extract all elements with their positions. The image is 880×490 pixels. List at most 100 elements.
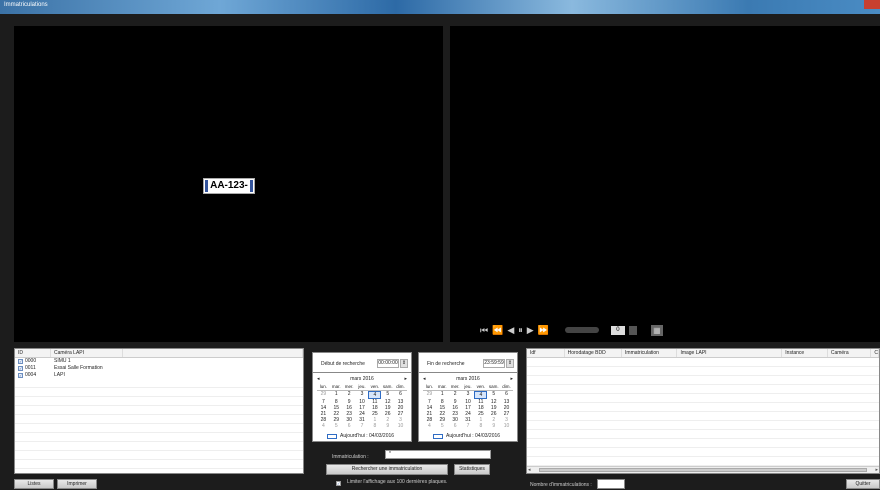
calendar-day[interactable]: 6 [500, 391, 513, 399]
calendar-day-name: mer. [342, 384, 356, 391]
col-horodatage[interactable]: Horodatage BDD [565, 349, 623, 357]
rewind-icon[interactable]: ⏪ [492, 325, 503, 336]
calendar-icon[interactable]: ▦ [650, 324, 663, 336]
title-bar: Immatriculations [0, 0, 880, 14]
col-instance[interactable]: Instance [782, 349, 828, 357]
calendar-header: ◂ mars 2016 ▸ [419, 373, 517, 384]
calendar-day-name: jeu. [355, 384, 369, 391]
calendar-day[interactable]: 4 [423, 423, 436, 429]
fast-forward-icon[interactable]: ⏩ [538, 325, 549, 336]
close-button[interactable] [864, 0, 880, 9]
calendar-day[interactable]: 10 [394, 423, 407, 429]
end-time-spinner[interactable]: ⇕ [506, 359, 514, 368]
calendar-day[interactable]: 2 [343, 391, 356, 399]
calendar-day[interactable]: 10 [500, 423, 513, 429]
calendar-day[interactable]: 29 [317, 391, 330, 399]
calendar-day[interactable]: 8 [474, 423, 487, 429]
start-time-input[interactable]: 00:00:00 [377, 359, 399, 368]
table-empty-rows [15, 379, 303, 473]
next-month-icon[interactable]: ▸ [404, 376, 407, 382]
calendar-day[interactable]: 29 [423, 391, 436, 399]
calendar-day[interactable]: 4 [368, 391, 382, 399]
scroll-right-icon[interactable]: ▸ [875, 467, 878, 473]
calendar-day-name: dim. [500, 384, 513, 391]
calendar-day[interactable]: 5 [436, 423, 449, 429]
col-camera[interactable]: Caméra LAPI [51, 349, 123, 357]
col-immatriculation[interactable]: Immatriculation [622, 349, 678, 357]
print-button[interactable]: Imprimer [57, 479, 97, 489]
table-row[interactable]: ✓ 0000 SIMU 1 [15, 358, 303, 365]
search-button[interactable]: Rechercher une immatriculation [326, 464, 448, 475]
statistics-button[interactable]: Statistiques [454, 464, 490, 475]
end-time-input[interactable]: 23:59:59 [483, 359, 505, 368]
play-icon[interactable]: ▶ [527, 325, 534, 336]
playback-slider[interactable] [564, 327, 599, 333]
calendar-day-name: mar. [435, 384, 449, 391]
calendar-day[interactable]: 9 [487, 423, 500, 429]
col-c[interactable]: C [871, 349, 879, 357]
calendar-day[interactable]: 5 [330, 423, 343, 429]
limit-option[interactable]: ✓ Limiter l'affichage aux 100 dernières … [336, 479, 448, 486]
calendar-day[interactable]: 2 [449, 391, 462, 399]
row-camera: LAPI [54, 372, 65, 378]
playback-controls: ⏮ ⏪ ◀ ⏸ ▶ ⏩ 0 ▦ [480, 320, 663, 340]
calendar-today[interactable]: Aujourd'hui : 04/03/2016 [327, 433, 394, 439]
scroll-thumb[interactable] [539, 468, 867, 472]
calendar-grid: lun. mar. mer. jeu. ven. sam. dim. 29 1 2 3 4 5 6 7 8 9 1… [313, 384, 411, 429]
prev-month-icon[interactable]: ◂ [317, 376, 320, 382]
row-camera: SIMU 1 [54, 358, 71, 364]
next-month-icon[interactable]: ▸ [510, 376, 513, 382]
calendar-day[interactable]: 9 [381, 423, 394, 429]
limit-label: Limiter l'affichage aux 100 dernières pl… [347, 479, 448, 485]
speed-spinner[interactable] [628, 325, 637, 335]
prev-month-icon[interactable]: ◂ [423, 376, 426, 382]
calendar-day[interactable]: 6 [394, 391, 407, 399]
calendar-day[interactable]: 6 [343, 423, 356, 429]
listes-button[interactable]: Listes [14, 479, 54, 489]
video-view-left: AA-123-AA [14, 26, 443, 342]
row-checkbox[interactable]: ✓ [18, 373, 23, 378]
calendar-day[interactable]: 8 [368, 423, 381, 429]
calendar-day[interactable]: 7 [462, 423, 475, 429]
col-empty [123, 349, 303, 357]
row-checkbox[interactable]: ✓ [18, 359, 23, 364]
calendar-today[interactable]: Aujourd'hui : 04/03/2016 [433, 433, 500, 439]
row-id: ✓ 0011 [15, 365, 51, 372]
immat-input[interactable]: * [385, 450, 491, 459]
col-image-lapi[interactable]: Image LAPI [677, 349, 783, 357]
calendar-day[interactable]: 5 [381, 391, 394, 399]
today-label: Aujourd'hui : 04/03/2016 [340, 433, 395, 439]
skip-start-icon[interactable]: ⏮ [480, 325, 488, 336]
quit-button[interactable]: Quitter [846, 479, 880, 489]
plate-overlay: AA-123-AA [203, 178, 255, 205]
camera-table: ID Caméra LAPI ✓ 0000 SIMU 1 ✓ 0011 Essai … [14, 348, 304, 474]
calendar-day[interactable]: 5 [487, 391, 500, 399]
row-id: ✓ 0000 [15, 358, 51, 365]
calendar-header: ◂ mars 2016 ▸ [313, 373, 411, 384]
calendar-day[interactable]: 7 [356, 423, 369, 429]
calendar-day[interactable]: 1 [330, 391, 343, 399]
immat-label: Immatriculation : [332, 454, 369, 460]
limit-checkbox[interactable]: ✓ [336, 480, 341, 486]
col-idf[interactable]: Idf [527, 349, 565, 357]
col-camera[interactable]: Caméra [828, 349, 872, 357]
start-time-spinner[interactable]: ⇕ [400, 359, 408, 368]
pause-icon[interactable]: ⏸ [518, 325, 523, 336]
calendar-day[interactable]: 3 [356, 391, 369, 399]
calendar-day[interactable]: 4 [317, 423, 330, 429]
table-row[interactable]: ✓ 0011 Essai Salle Formation [15, 365, 303, 372]
horizontal-scrollbar[interactable]: ◂ ▸ [527, 466, 879, 473]
row-id: ✓ 0004 [15, 372, 51, 379]
calendar-day[interactable]: 1 [436, 391, 449, 399]
row-checkbox[interactable]: ✓ [18, 366, 23, 371]
scroll-left-icon[interactable]: ◂ [528, 467, 531, 473]
table-row[interactable]: ✓ 0004 LAPI [15, 372, 303, 379]
step-back-icon[interactable]: ◀ [507, 325, 514, 336]
speed-input[interactable]: 0 [610, 325, 625, 335]
calendar-day[interactable]: 4 [474, 391, 488, 399]
calendar-month: mars 2016 [456, 376, 480, 382]
calendar-day[interactable]: 6 [449, 423, 462, 429]
video-view-right: ⏮ ⏪ ◀ ⏸ ▶ ⏩ 0 ▦ [450, 26, 880, 342]
col-id[interactable]: ID [15, 349, 51, 357]
calendar-day[interactable]: 3 [462, 391, 475, 399]
